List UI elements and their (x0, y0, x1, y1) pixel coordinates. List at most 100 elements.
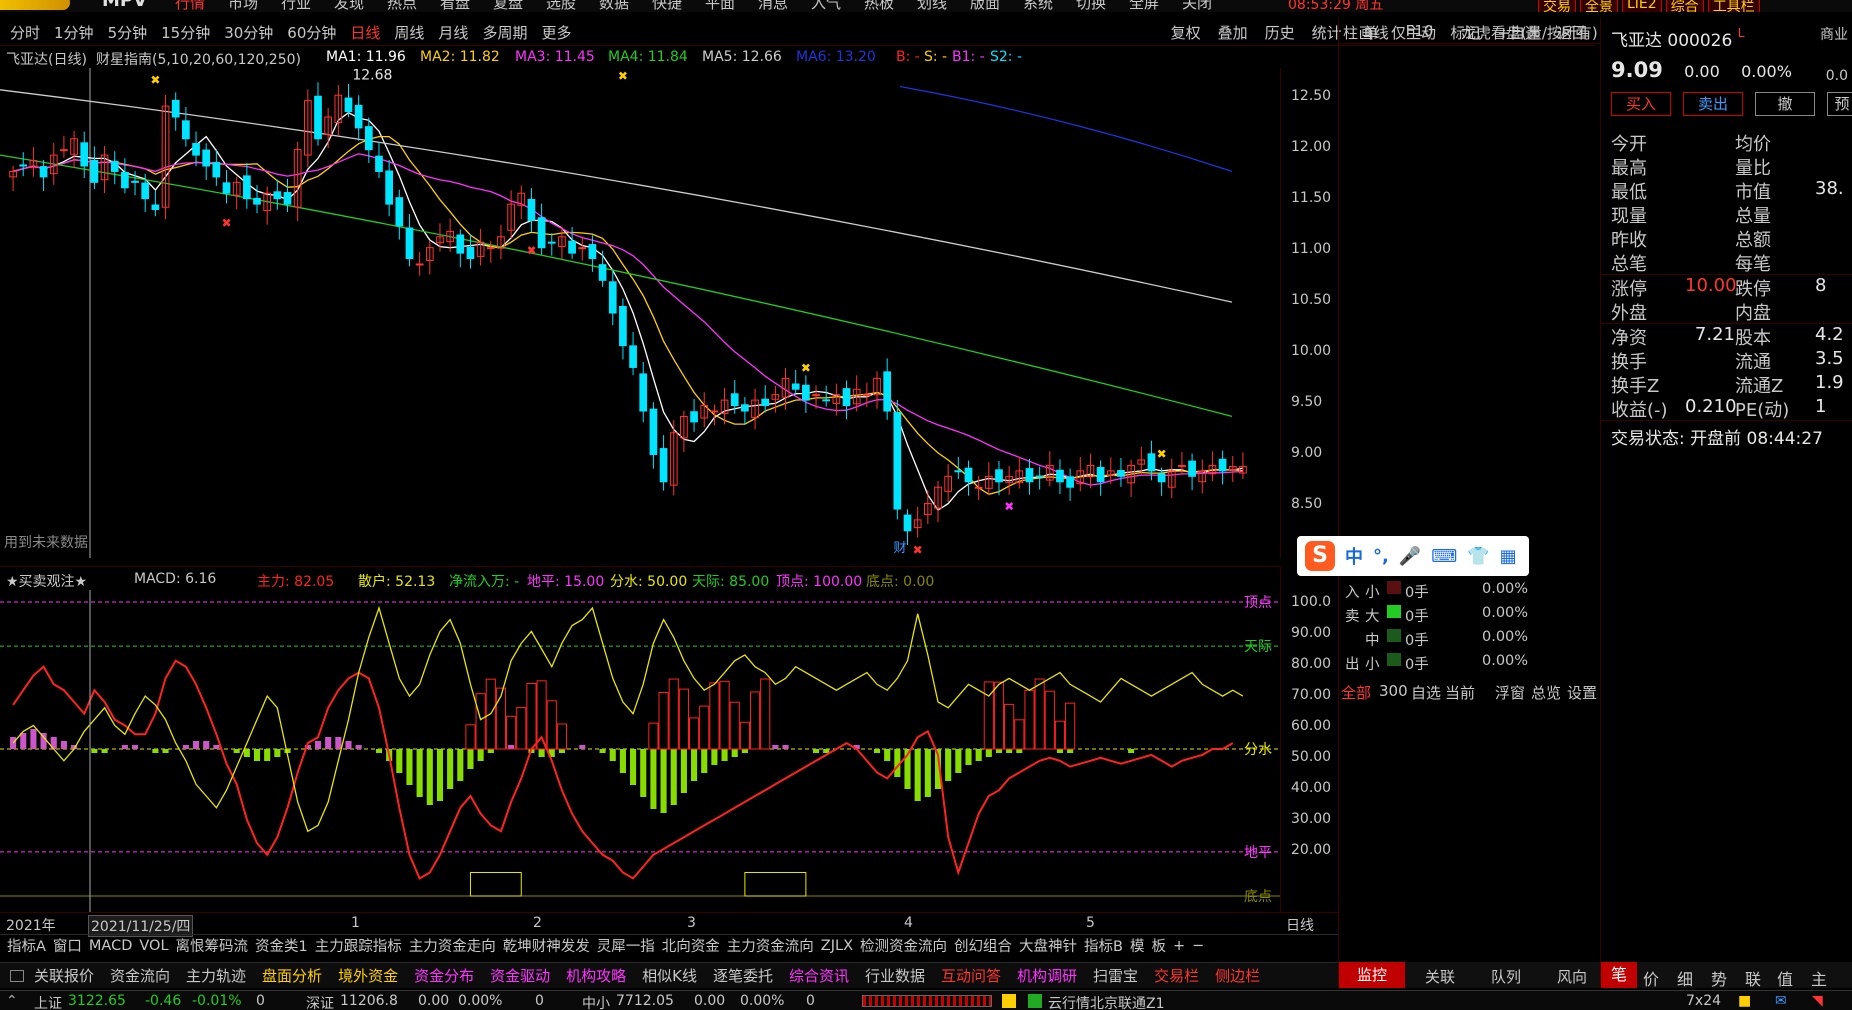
ime-skin-icon[interactable]: 👕 (1467, 546, 1489, 567)
indicator-tab[interactable]: 窗口 (53, 935, 82, 956)
menu-item[interactable]: 热点 (387, 0, 440, 12)
menu-item[interactable]: 平面 (705, 0, 758, 12)
chart-action[interactable]: 复权 (1171, 22, 1201, 43)
flow-filter[interactable]: 自选 (1411, 682, 1441, 703)
menu-item[interactable]: 数据 (599, 0, 652, 12)
period-tab[interactable]: 60分钟 (287, 22, 336, 43)
zx-index-name[interactable]: 中小 (582, 993, 610, 1010)
ime-mic-icon[interactable]: 🎤 (1399, 546, 1421, 567)
period-tab[interactable]: 月线 (438, 22, 468, 43)
menu-item[interactable]: 版面 (970, 0, 1023, 12)
top-button[interactable]: LIE2 (1622, 0, 1662, 12)
monitor-tab[interactable]: 队列 (1491, 966, 1521, 987)
panel-icon[interactable] (10, 969, 24, 982)
indicator-tab[interactable]: 资金类1 (255, 935, 308, 956)
indicator-tab[interactable]: 创幻组合 (954, 935, 1012, 956)
flow-filter[interactable]: 总览 (1531, 682, 1561, 703)
menu-item[interactable]: 快捷 (652, 0, 705, 12)
ime-chinese-mode[interactable]: 中 (1345, 543, 1363, 569)
indicator-tab[interactable]: 主力资金流向 (727, 935, 814, 956)
tool-tab[interactable]: 资金驱动 (490, 965, 550, 986)
alert-icon[interactable]: ■ (1738, 993, 1751, 1009)
flow-filter[interactable]: 设置 (1567, 682, 1597, 703)
menu-item[interactable]: 入气 (811, 0, 864, 12)
indicator-tab[interactable]: 北向资金 (662, 935, 720, 956)
menu-item[interactable]: 行情 (175, 0, 228, 12)
period-label[interactable]: 日线 (1286, 915, 1314, 935)
period-tab[interactable]: 30分钟 (224, 22, 273, 43)
menu-item[interactable]: 复盘 (493, 0, 546, 12)
connection-label[interactable]: 云行情北京联通Z1 (1048, 993, 1165, 1010)
sub-indicator-name[interactable]: ★买卖观注★ (6, 571, 87, 591)
flow-filter[interactable]: 当前 (1445, 682, 1475, 703)
menu-item[interactable]: 热板 (864, 0, 917, 12)
chart-icon[interactable]: ◥ (1812, 993, 1823, 1009)
ime-toolbar[interactable]: S 中 °, 🎤 ⌨ 👕 ▦ (1297, 536, 1529, 576)
indicator-tab[interactable]: 主力资金走向 (409, 935, 496, 956)
tool-tab[interactable]: 互动问答 (941, 965, 1001, 986)
cancel-order-button[interactable]: 撤 (1755, 92, 1815, 116)
tool-tab[interactable]: 侧边栏 (1215, 965, 1260, 986)
indicator-tab[interactable]: 检测资金流向 (860, 935, 947, 956)
indicator-tab[interactable]: 模 (1130, 935, 1145, 956)
ime-punct-icon[interactable]: °, (1373, 546, 1389, 567)
tool-tab[interactable]: 机构攻略 (566, 965, 626, 986)
tool-tab[interactable]: 交易栏 (1154, 965, 1199, 986)
indicator-tab[interactable]: 离恨筹码流 (176, 935, 249, 956)
menu-item[interactable]: 系统 (1023, 0, 1076, 12)
flow-tab[interactable]: 单 (1363, 22, 1378, 43)
menu-item[interactable]: 选股 (546, 0, 599, 12)
mail-icon[interactable]: ✉ (1775, 993, 1787, 1009)
indicator-tab[interactable]: 指标B (1084, 935, 1123, 956)
buy-button[interactable]: 买入 (1611, 92, 1671, 116)
detail-tab[interactable]: 细 (1677, 966, 1693, 990)
flow-tab[interactable]: 龙虎看盘(量/按所有) (1461, 22, 1598, 43)
tool-tab[interactable]: 综合资讯 (789, 965, 849, 986)
tool-tab[interactable]: 相似K线 (642, 965, 697, 986)
detail-tab[interactable]: 笔 (1601, 962, 1638, 988)
period-tab[interactable]: 周线 (394, 22, 424, 43)
lock-icon[interactable] (1002, 994, 1016, 1008)
tool-tab[interactable]: 机构调研 (1017, 965, 1077, 986)
detail-tab[interactable]: 势 (1711, 966, 1727, 990)
status-arrow-icon[interactable]: ⌃ (6, 993, 18, 1009)
menu-item[interactable]: 关闭 (1182, 0, 1235, 12)
detail-tab[interactable]: 价 (1643, 966, 1659, 990)
tool-tab[interactable]: 境外资金 (338, 965, 398, 986)
indicator-tab[interactable]: VOL (139, 938, 168, 954)
indicator-tab[interactable]: 主力跟踪指标 (315, 935, 402, 956)
indicator-tab[interactable]: 大盘神针 (1019, 935, 1077, 956)
sogou-ime-icon[interactable]: S (1305, 541, 1335, 571)
flow-tab[interactable]: 仅主动 (1391, 22, 1436, 43)
sub-indicator-chart[interactable]: 顶点天际分水地平底点 (0, 590, 1280, 912)
sell-button[interactable]: 卖出 (1683, 92, 1743, 116)
ime-keyboard-icon[interactable]: ⌨ (1431, 546, 1457, 567)
tool-tab[interactable]: 主力轨迹 (186, 965, 246, 986)
indicator-tab[interactable]: ZJLX (821, 938, 853, 954)
period-tab[interactable]: 15分钟 (161, 22, 210, 43)
tool-tab[interactable]: 行业数据 (865, 965, 925, 986)
menu-item[interactable]: 切换 (1076, 0, 1129, 12)
sz-index-name[interactable]: 深证 (306, 993, 334, 1010)
menu-item[interactable]: 市场 (228, 0, 281, 12)
detail-tab[interactable]: 主 (1811, 966, 1827, 990)
tool-tab[interactable]: 资金分布 (414, 965, 474, 986)
period-tab[interactable]: 1分钟 (54, 22, 94, 43)
flow-filter[interactable]: 300 (1379, 682, 1408, 700)
flow-filter[interactable]: 浮窗 (1495, 682, 1525, 703)
detail-tab[interactable]: 值 (1777, 966, 1793, 990)
period-tab[interactable]: 多周期 (482, 22, 527, 43)
tool-tab[interactable]: 资金流向 (110, 965, 170, 986)
indicator-tab[interactable]: − (1192, 938, 1204, 954)
indicator-tab[interactable]: + (1173, 938, 1185, 954)
monitor-tab[interactable]: 风向 (1557, 966, 1587, 987)
menu-item[interactable]: 全屏 (1129, 0, 1182, 12)
top-button[interactable]: 工具栏 (1707, 0, 1760, 12)
ime-tools-icon[interactable]: ▦ (1500, 546, 1517, 567)
menu-item[interactable]: 发现 (334, 0, 387, 12)
chart-action[interactable]: 叠加 (1218, 22, 1248, 43)
period-tab[interactable]: 日线 (350, 22, 380, 43)
top-button[interactable]: 综合 (1665, 0, 1704, 12)
top-button[interactable]: 交易 (1538, 0, 1576, 12)
period-tab[interactable]: 分时 (10, 22, 40, 43)
